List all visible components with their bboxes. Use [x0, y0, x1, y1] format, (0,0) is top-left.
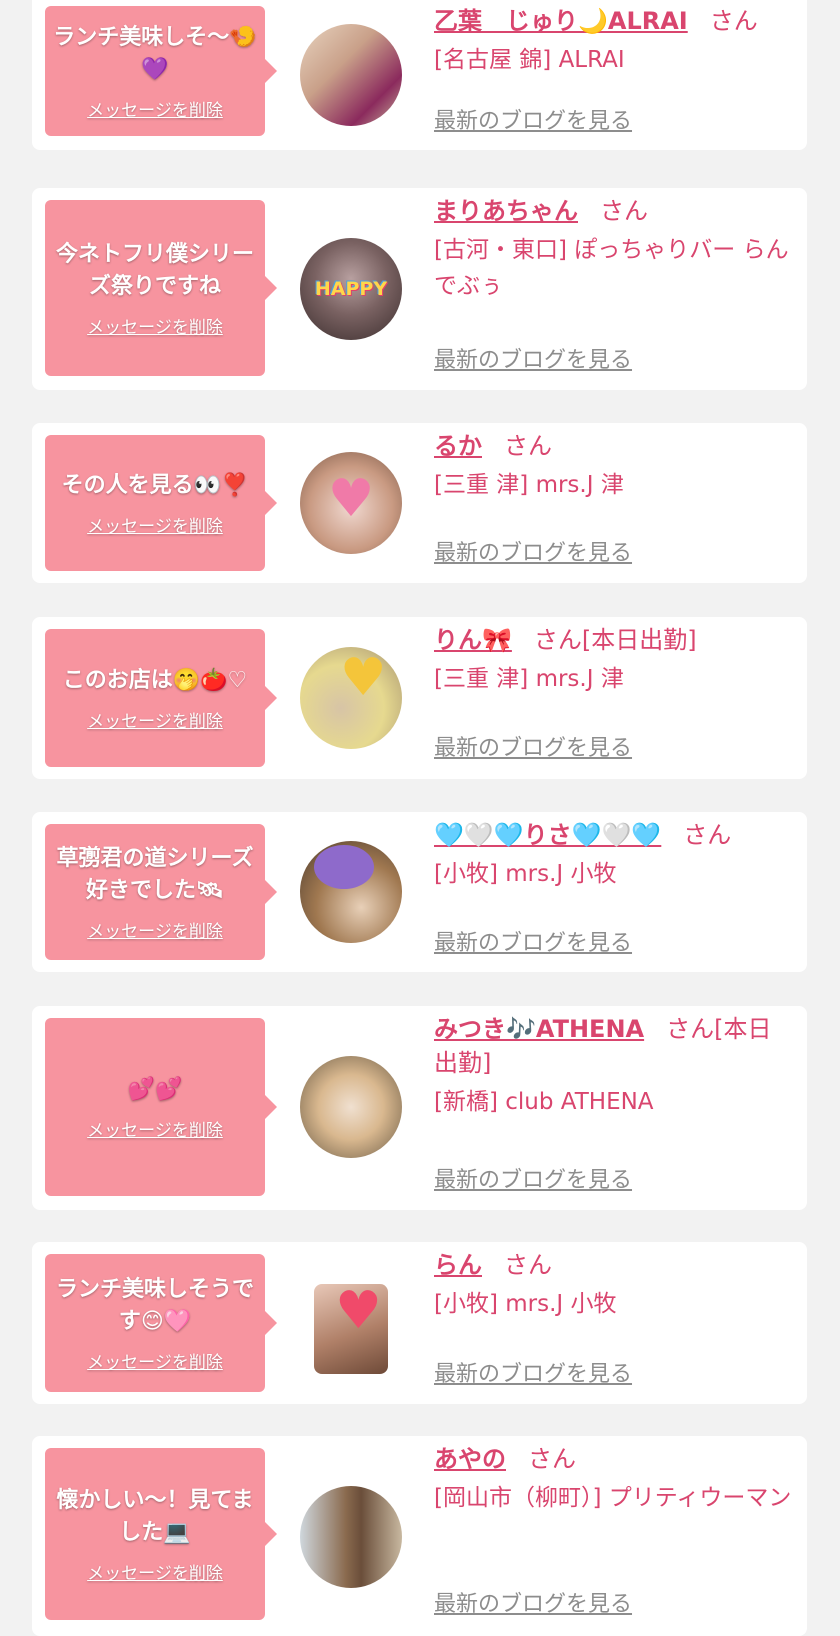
latest-blog-link[interactable]: 最新のブログを見る [434, 730, 632, 762]
honorific: さん [600, 197, 648, 225]
delete-message-link[interactable]: メッセージを削除 [87, 512, 223, 537]
delete-message-link[interactable]: メッセージを削除 [87, 917, 223, 942]
cast-name-link[interactable]: みつき🎶ATHENA [434, 1015, 644, 1043]
honorific: さん [683, 821, 732, 849]
message-bubble: その人を見る👀❣️ メッセージを削除 [45, 435, 277, 571]
message-card: その人を見る👀❣️ メッセージを削除 ♥ るか さん [三重 津] mrs.J 津… [32, 423, 807, 583]
avatar[interactable]: ♥ [314, 1284, 388, 1374]
message-card: 草彅君の道シリーズ好きでした🛰 メッセージを削除 🩵🤍🩵りさ🩵🤍🩵 さん [小牧]… [32, 812, 807, 972]
latest-blog-link[interactable]: 最新のブログを見る [434, 1162, 632, 1194]
shop-name: [三重 津] mrs.J 津 [434, 472, 624, 498]
message-bubble: 懐かしい〜！見てました💻 メッセージを削除 [45, 1448, 277, 1620]
honorific: さん [709, 7, 758, 35]
cast-name-link[interactable]: 乙葉 じゅり🌙ALRAI [434, 7, 688, 35]
message-text: 今ネトフリ僕シリーズ祭りですね [55, 241, 254, 299]
latest-blog-link[interactable]: 最新のブログを見る [434, 925, 632, 957]
shop-name: [古河・東口] ぽっちゃりバー らんでぶぅ [434, 237, 789, 299]
message-text: 懐かしい〜！見てました💻 [56, 1487, 254, 1545]
message-card: 💕💕 メッセージを削除 みつき🎶ATHENA さん[本日出勤] [新橋] club… [32, 1006, 807, 1210]
message-card: 今ネトフリ僕シリーズ祭りですね メッセージを削除 HAPPY まりあちゃん さん … [32, 188, 807, 390]
shop-name: [名古屋 錦] ALRAI [434, 47, 625, 73]
cast-name-link[interactable]: るか [434, 432, 482, 460]
message-text: 草彅君の道シリーズ好きでした🛰 [56, 845, 254, 903]
shop-name: [岡山市（柳町）] プリティウーマン [434, 1485, 792, 1511]
avatar[interactable]: ♥ [300, 452, 402, 554]
message-bubble: このお店は🤭🍅♡ メッセージを削除 [45, 629, 277, 767]
delete-message-link[interactable]: メッセージを削除 [87, 1559, 223, 1584]
avatar[interactable] [300, 1056, 402, 1158]
avatar[interactable]: HAPPY [300, 238, 402, 340]
cast-name-link[interactable]: まりあちゃん [434, 197, 578, 225]
message-bubble: 今ネトフリ僕シリーズ祭りですね メッセージを削除 [45, 200, 277, 376]
delete-message-link[interactable]: メッセージを削除 [87, 96, 223, 121]
message-bubble: ランチ美味しそ〜🍤💜 メッセージを削除 [45, 6, 277, 136]
cast-info: るか さん [三重 津] mrs.J 津 [434, 429, 795, 503]
happy-sticker: HAPPY [314, 278, 388, 300]
message-card: ランチ美味しそうです😊🩷 メッセージを削除 ♥ らん さん [小牧] mrs.J … [32, 1242, 807, 1404]
purple-sticker-icon [314, 845, 374, 889]
message-bubble: 💕💕 メッセージを削除 [45, 1018, 277, 1196]
cast-name-link[interactable]: あやの [434, 1445, 506, 1473]
heart-sticker-icon: ♥ [339, 647, 387, 708]
cast-info: 乙葉 じゅり🌙ALRAI さん [名古屋 錦] ALRAI [434, 4, 795, 78]
cast-name-link[interactable]: らん [434, 1251, 482, 1279]
cast-info: らん さん [小牧] mrs.J 小牧 [434, 1248, 795, 1322]
heart-sticker-icon: ♥ [335, 1284, 382, 1341]
avatar[interactable] [300, 1486, 402, 1588]
cast-info: まりあちゃん さん [古河・東口] ぽっちゃりバー らんでぶぅ [434, 194, 795, 304]
latest-blog-link[interactable]: 最新のブログを見る [434, 342, 632, 374]
cast-info: 🩵🤍🩵りさ🩵🤍🩵 さん [小牧] mrs.J 小牧 [434, 818, 795, 892]
message-bubble: ランチ美味しそうです😊🩷 メッセージを削除 [45, 1254, 277, 1392]
cast-info: りん🎀 さん[本日出勤] [三重 津] mrs.J 津 [434, 623, 795, 697]
delete-message-link[interactable]: メッセージを削除 [87, 1348, 223, 1373]
latest-blog-link[interactable]: 最新のブログを見る [434, 535, 632, 567]
cast-name-link[interactable]: りん🎀 [434, 626, 512, 654]
delete-message-link[interactable]: メッセージを削除 [87, 707, 223, 732]
honorific: さん[本日出勤] [533, 626, 697, 654]
message-text: ランチ美味しそうです😊🩷 [55, 1276, 254, 1334]
shop-name: [三重 津] mrs.J 津 [434, 666, 624, 692]
honorific: さん [504, 432, 552, 460]
message-card: 懐かしい〜！見てました💻 メッセージを削除 あやの さん [岡山市（柳町）] プリ… [32, 1436, 807, 1636]
delete-message-link[interactable]: メッセージを削除 [87, 1116, 223, 1141]
latest-blog-link[interactable]: 最新のブログを見る [434, 1356, 632, 1388]
favorite-message-list: ランチ美味しそ〜🍤💜 メッセージを削除 乙葉 じゅり🌙ALRAI さん [名古屋 … [0, 0, 840, 1636]
message-text: このお店は🤭🍅♡ [62, 667, 248, 693]
message-text: その人を見る👀❣️ [61, 472, 249, 498]
message-bubble: 草彅君の道シリーズ好きでした🛰 メッセージを削除 [45, 824, 277, 960]
honorific: さん [528, 1445, 576, 1473]
delete-message-link[interactable]: メッセージを削除 [87, 313, 223, 338]
cast-info: あやの さん [岡山市（柳町）] プリティウーマン [434, 1442, 795, 1516]
cast-info: みつき🎶ATHENA さん[本日出勤] [新橋] club ATHENA [434, 1012, 795, 1120]
message-text: 💕💕 [127, 1076, 183, 1102]
message-card: ランチ美味しそ〜🍤💜 メッセージを削除 乙葉 じゅり🌙ALRAI さん [名古屋 … [32, 0, 807, 150]
avatar[interactable] [300, 24, 402, 126]
latest-blog-link[interactable]: 最新のブログを見る [434, 103, 632, 135]
cast-name-link[interactable]: 🩵🤍🩵りさ🩵🤍🩵 [434, 821, 661, 849]
shop-name: [小牧] mrs.J 小牧 [434, 861, 617, 887]
heart-sticker-icon: ♥ [327, 468, 375, 529]
shop-name: [小牧] mrs.J 小牧 [434, 1291, 617, 1317]
avatar[interactable]: ♥ [300, 647, 402, 749]
honorific: さん [504, 1251, 552, 1279]
message-text: ランチ美味しそ〜🍤💜 [53, 24, 257, 82]
shop-name: [新橋] club ATHENA [434, 1089, 654, 1115]
avatar[interactable] [300, 841, 402, 943]
latest-blog-link[interactable]: 最新のブログを見る [434, 1586, 632, 1618]
message-card: このお店は🤭🍅♡ メッセージを削除 ♥ りん🎀 さん[本日出勤] [三重 津] m… [32, 617, 807, 779]
